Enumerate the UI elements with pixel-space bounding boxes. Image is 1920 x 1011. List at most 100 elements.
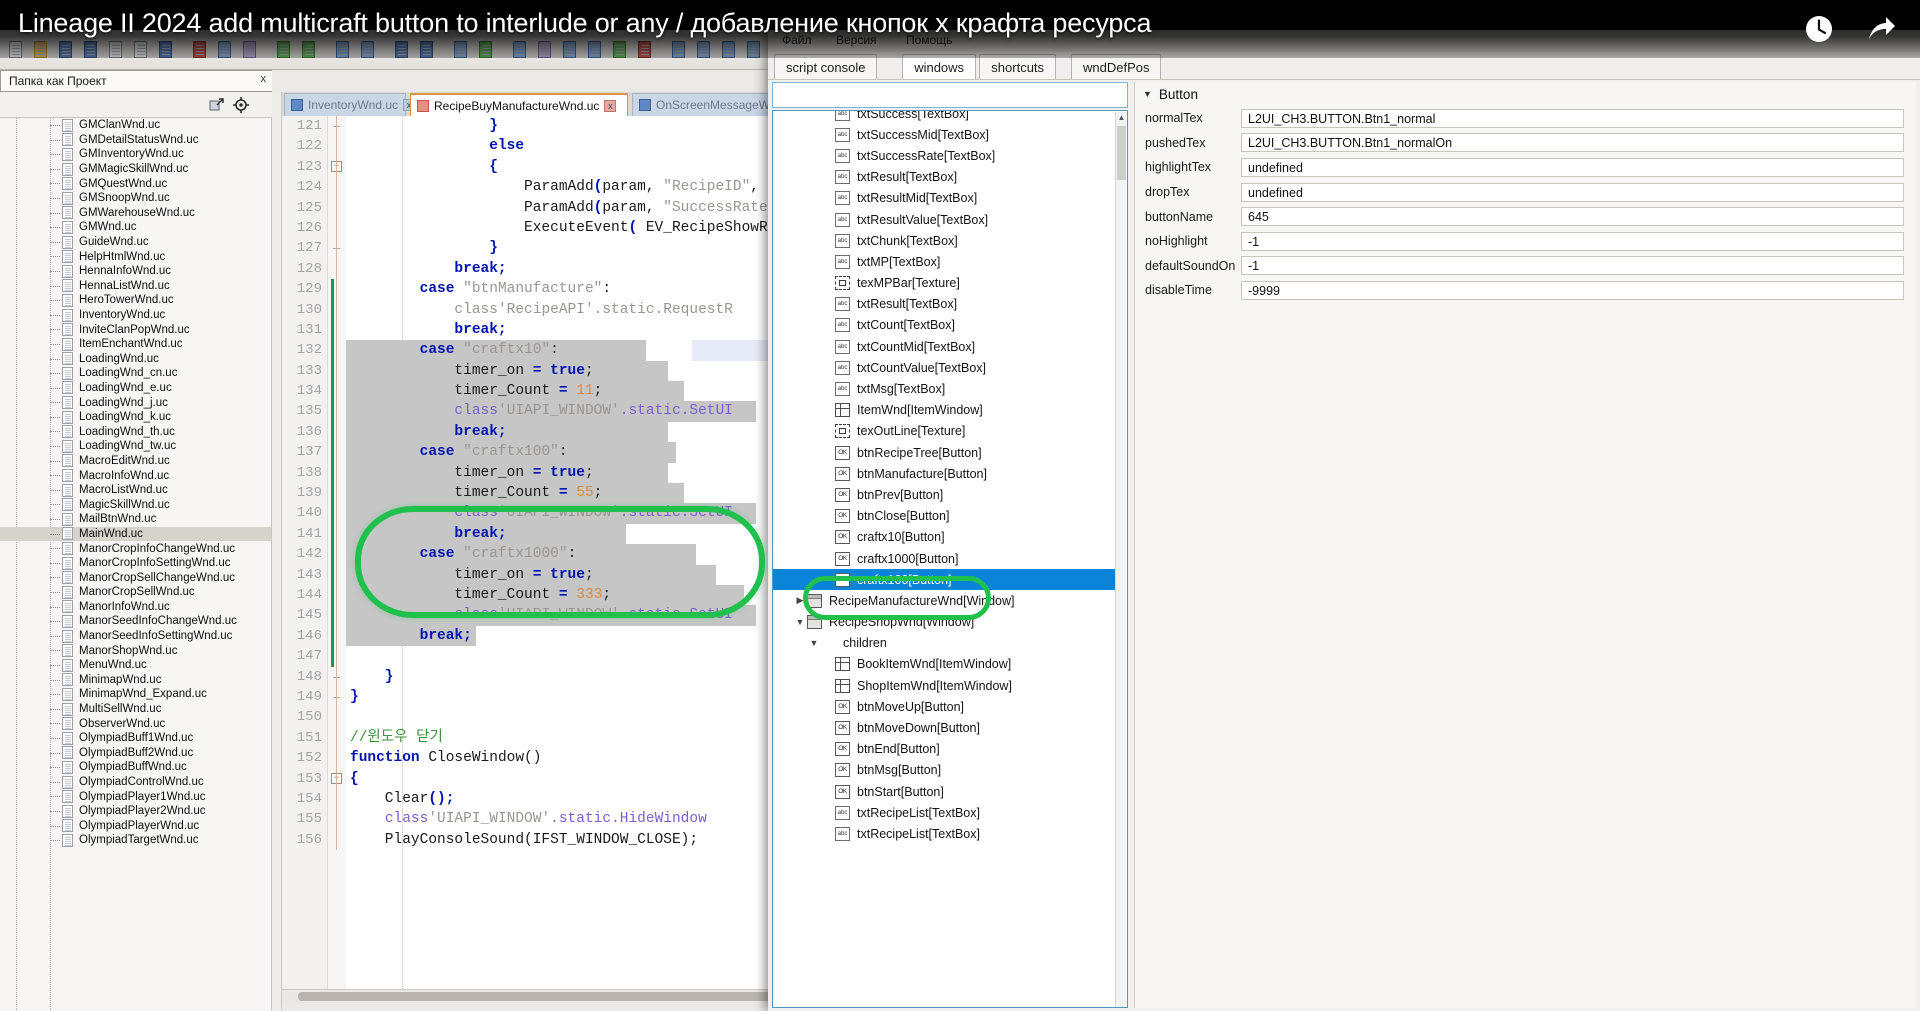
toolbar-button-29[interactable] <box>608 38 632 62</box>
file-tree-item[interactable]: LoadingWnd_j.uc <box>0 395 271 410</box>
toolbar-button-7[interactable] <box>154 38 178 62</box>
toolbar-button-13[interactable] <box>272 38 296 62</box>
scrollbar-thumb[interactable] <box>1117 126 1126 180</box>
ui-tree-item[interactable]: abc txtMP[TextBox] <box>773 251 1117 272</box>
editor-tab-1[interactable]: InventoryWnd.ucx <box>284 93 416 116</box>
ui-tree-item[interactable]: ▶ RecipeManufactureWnd[Window] <box>773 590 1117 611</box>
ui-element-tree[interactable]: abc txtSuccess[TextBox] abc txtSuccessMid[T… <box>772 110 1128 1008</box>
property-value-input[interactable]: L2UI_CH3.BUTTON.Btn1_normalOn <box>1241 133 1904 153</box>
toolbar-button-30[interactable] <box>633 38 657 62</box>
file-tree-item[interactable]: LoadingWnd_tw.uc <box>0 439 271 454</box>
file-tree-item[interactable]: GMSnoopWnd.uc <box>0 191 271 206</box>
ui-tree-item[interactable]: OK btnMsg[Button] <box>773 760 1117 781</box>
toolbar-button-28[interactable] <box>583 38 607 62</box>
file-tree-item[interactable]: MacroListWnd.uc <box>0 483 271 498</box>
ui-tree-item[interactable]: abc txtRecipeList[TextBox] <box>773 823 1117 844</box>
ui-tree-item[interactable]: ShopItemWnd[ItemWindow] <box>773 675 1117 696</box>
file-tree-item[interactable]: LoadingWnd.uc <box>0 352 271 367</box>
file-tree-item[interactable]: ManorCropInfoSettingWnd.uc <box>0 556 271 571</box>
ui-tree-item[interactable]: abc txtSuccess[TextBox] <box>773 111 1117 124</box>
share-icon[interactable] <box>1864 12 1898 46</box>
close-icon[interactable]: x <box>604 99 617 112</box>
ui-tree-scrollbar[interactable]: ▲ <box>1115 112 1126 1007</box>
toolbar-button-2[interactable] <box>29 38 53 62</box>
ui-tree-item[interactable]: OK btnMoveDown[Button] <box>773 717 1117 738</box>
ui-tree-item[interactable]: ▼ RecipeShopWnd[Window] <box>773 612 1117 633</box>
ui-tree-item[interactable]: abc txtResultMid[TextBox] <box>773 188 1117 209</box>
ui-tree-item[interactable]: abc txtRecipeList[TextBox] <box>773 802 1117 823</box>
file-tree-item[interactable]: ManorInfoWnd.uc <box>0 600 271 615</box>
ui-tab-wndDefPos[interactable]: wndDefPos <box>1071 54 1162 79</box>
property-value-input[interactable]: undefined <box>1241 157 1904 177</box>
toolbar-button-33[interactable] <box>692 38 716 62</box>
file-tree-item[interactable]: LoadingWnd_cn.uc <box>0 366 271 381</box>
toolbar-button-3[interactable] <box>54 38 78 62</box>
chevron-down-icon[interactable]: ▼ <box>807 638 821 648</box>
toolbar-button-34[interactable] <box>717 38 741 62</box>
file-tree-item[interactable]: ManorShopWnd.uc <box>0 643 271 658</box>
toolbar-button-16[interactable] <box>331 38 355 62</box>
ui-tree-item[interactable]: abc txtResultValue[TextBox] <box>773 209 1117 230</box>
ui-tree-item[interactable]: OK btnEnd[Button] <box>773 739 1117 760</box>
ui-tree-item[interactable]: abc txtSuccessRate[TextBox] <box>773 145 1117 166</box>
file-tree-item[interactable]: MagicSkillWnd.uc <box>0 497 271 512</box>
file-tree-item[interactable]: GMWnd.uc <box>0 220 271 235</box>
ui-tree-item-selected[interactable]: OK craftx100[Button] <box>773 569 1117 591</box>
ui-tab-windows[interactable]: windows <box>902 54 977 79</box>
ui-tree-item[interactable]: abc txtResult[TextBox] <box>773 294 1117 315</box>
file-tree-item[interactable]: MailBtnWnd.uc <box>0 512 271 527</box>
toolbar-button-20[interactable] <box>415 38 439 62</box>
toolbar-button-17[interactable] <box>356 38 380 62</box>
toolbar-button-10[interactable] <box>213 38 237 62</box>
file-tree-item-selected[interactable]: MainWnd.uc <box>0 526 271 542</box>
ui-tree-item[interactable]: OK btnManufacture[Button] <box>773 463 1117 484</box>
toolbar-button-19[interactable] <box>390 38 414 62</box>
file-tree-item[interactable]: GMWarehouseWnd.uc <box>0 206 271 221</box>
ui-tree-item[interactable]: OK btnMoveUp[Button] <box>773 696 1117 717</box>
toolbar-button-35[interactable] <box>742 38 766 62</box>
ui-tree-item[interactable]: OK btnStart[Button] <box>773 781 1117 802</box>
ui-tree-item[interactable]: OK craftx1000[Button] <box>773 548 1117 569</box>
toolbar-button-6[interactable] <box>129 38 153 62</box>
editor-tab-2[interactable]: RecipeBuyManufactureWnd.uc x <box>410 93 628 116</box>
ui-editor-tab-bar[interactable]: script console windows shortcuts wndDefPos <box>768 52 1920 80</box>
ui-tree-item[interactable]: abc txtCountValue[TextBox] <box>773 357 1117 378</box>
file-tree-item[interactable]: HennaListWnd.uc <box>0 279 271 294</box>
toolbar-button-5[interactable] <box>104 38 128 62</box>
toolbar-button-26[interactable] <box>533 38 557 62</box>
file-tree-item[interactable]: MultiSellWnd.uc <box>0 702 271 717</box>
file-tree-item[interactable]: HennaInfoWnd.uc <box>0 264 271 279</box>
property-value-input[interactable]: undefined <box>1241 182 1904 202</box>
file-tree-item[interactable]: LoadingWnd_th.uc <box>0 424 271 439</box>
file-tree-item[interactable]: MenuWnd.uc <box>0 658 271 673</box>
file-tree-item[interactable]: OlympiadPlayerWnd.uc <box>0 819 271 834</box>
ui-tree-item[interactable]: texMPBar[Texture] <box>773 273 1117 294</box>
ui-tree-item[interactable]: OK craftx10[Button] <box>773 527 1117 548</box>
property-value-input[interactable]: -9999 <box>1241 280 1904 300</box>
file-tree-item[interactable]: OlympiadTargetWnd.uc <box>0 833 271 848</box>
file-tree-item[interactable]: GMQuestWnd.uc <box>0 176 271 191</box>
ui-tab-shortcuts[interactable]: shortcuts <box>979 54 1057 79</box>
toolbar-button-4[interactable] <box>79 38 103 62</box>
file-tree-item[interactable]: ManorSeedInfoSettingWnd.uc <box>0 629 271 644</box>
ui-tree-item[interactable]: OK btnClose[Button] <box>773 506 1117 527</box>
file-tree-item[interactable]: ItemEnchantWnd.uc <box>0 337 271 352</box>
file-tree-item[interactable]: GMDetailStatusWnd.uc <box>0 133 271 148</box>
expand-all-icon[interactable] <box>208 96 226 114</box>
ui-tree-item[interactable]: abc txtResult[TextBox] <box>773 167 1117 188</box>
property-value-input[interactable]: L2UI_CH3.BUTTON.Btn1_normal <box>1241 108 1904 128</box>
ui-tree-item[interactable]: abc txtMsg[TextBox] <box>773 378 1117 399</box>
file-tree-item[interactable]: OlympiadPlayer1Wnd.uc <box>0 789 271 804</box>
clock-icon[interactable] <box>1802 12 1836 46</box>
properties-section-header[interactable]: ▼ Button <box>1135 82 1916 106</box>
ui-tree-item[interactable]: OK btnPrev[Button] <box>773 484 1117 505</box>
file-tree-item[interactable]: MacroInfoWnd.uc <box>0 468 271 483</box>
ui-tree-item[interactable]: texOutLine[Texture] <box>773 421 1117 442</box>
property-value-input[interactable]: 645 <box>1241 207 1904 227</box>
project-file-tree[interactable]: GMClanWnd.uc GMDetailStatusWnd.uc GMInvent… <box>0 118 272 1011</box>
ui-tree-search-input[interactable] <box>772 82 1128 108</box>
file-tree-item[interactable]: HelpHtmlWnd.uc <box>0 249 271 264</box>
file-tree-item[interactable]: ManorSeedInfoChangeWnd.uc <box>0 614 271 629</box>
file-tree-item[interactable]: GuideWnd.uc <box>0 235 271 250</box>
locate-target-icon[interactable] <box>232 96 250 114</box>
